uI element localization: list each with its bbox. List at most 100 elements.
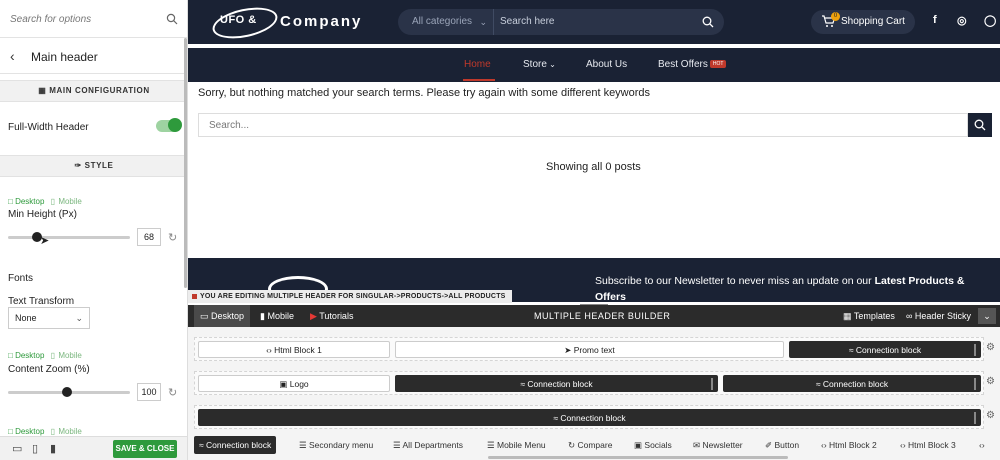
- category-value: All categories: [412, 16, 473, 27]
- back-to-parent[interactable]: ‹ Main header: [0, 38, 187, 74]
- facebook-icon[interactable]: f: [933, 14, 937, 26]
- nav-about[interactable]: About Us: [586, 59, 627, 70]
- drag-handle-icon[interactable]: [711, 378, 713, 390]
- element-html-block-3[interactable]: ‹› Html Block 3: [895, 436, 961, 454]
- content-zoom-slider[interactable]: [8, 387, 130, 397]
- slider-handle[interactable]: [61, 387, 72, 397]
- logo-company[interactable]: Company: [280, 13, 362, 30]
- block-label: Connection block: [855, 345, 922, 355]
- facebook-icon: ▣: [634, 440, 645, 450]
- builder-tab-mobile[interactable]: ▮ Mobile: [254, 305, 300, 327]
- nav-best-offers[interactable]: Best Offers HOT: [658, 59, 727, 70]
- nav-store[interactable]: Store ⌄: [523, 59, 556, 70]
- search-icon: [974, 119, 986, 131]
- block-connection-1[interactable]: ≈ Connection block: [789, 341, 981, 358]
- device-switcher: □ Desktop ▯ Mobile: [8, 197, 82, 206]
- element-compare[interactable]: ↻ Compare: [563, 436, 617, 454]
- templates-icon: ▦: [843, 311, 854, 321]
- elements-scrollbar[interactable]: [488, 456, 788, 459]
- chevron-down-icon: ⌄: [983, 311, 991, 321]
- element-label: Secondary menu: [308, 440, 374, 450]
- row-settings-gear-icon[interactable]: ⚙: [986, 342, 995, 353]
- device-desktop-tab[interactable]: Desktop: [15, 351, 44, 360]
- block-label: Promo text: [573, 345, 615, 355]
- code-icon: ‹›: [266, 345, 275, 355]
- search-placeholder: Search...: [209, 120, 250, 131]
- element-more-icon[interactable]: ‹›: [974, 436, 990, 454]
- device-switcher-2: □ Desktop ▯ Mobile: [8, 351, 82, 360]
- nav-home[interactable]: Home: [464, 59, 491, 70]
- element-socials[interactable]: ▣ Socials: [629, 436, 677, 454]
- row-settings-gear-icon[interactable]: ⚙: [986, 410, 995, 421]
- editing-notice: YOU ARE EDITING MULTIPLE HEADER FOR SING…: [188, 290, 512, 303]
- templates-button[interactable]: ▦ Templates: [843, 311, 895, 322]
- content-search-input[interactable]: Search...: [198, 113, 968, 137]
- element-button[interactable]: ✐ Button: [760, 436, 804, 454]
- chevron-left-icon[interactable]: ‹: [10, 48, 15, 64]
- reset-icon[interactable]: ↻: [168, 231, 177, 244]
- drag-handle-icon[interactable]: [974, 344, 976, 356]
- element-mobile-menu[interactable]: ☰ Mobile Menu: [482, 436, 551, 454]
- search-icon[interactable]: [702, 16, 714, 28]
- min-height-input[interactable]: 68: [137, 228, 161, 246]
- block-connection-2[interactable]: ≈ Connection block: [395, 375, 718, 392]
- full-width-toggle[interactable]: [156, 118, 182, 132]
- collapse-builder-button[interactable]: ⌄: [978, 308, 996, 324]
- options-search-input[interactable]: Search for options: [10, 14, 91, 25]
- site-search-input[interactable]: Search here: [500, 9, 554, 35]
- instagram-icon[interactable]: ◎: [957, 14, 967, 27]
- mobile-icon: ▯: [50, 427, 56, 436]
- options-search[interactable]: Search for options: [0, 0, 187, 38]
- element-newsletter[interactable]: ✉ Newsletter: [688, 436, 748, 454]
- shopping-cart-button[interactable]: 0 Shopping Cart: [811, 10, 915, 34]
- sidebar-scrollbar[interactable]: [184, 38, 187, 288]
- block-logo[interactable]: ▣ Logo: [198, 375, 390, 392]
- element-label: Socials: [644, 440, 672, 450]
- menu-icon: ☰: [299, 440, 309, 450]
- block-connection-4[interactable]: ≈ Connection block: [198, 409, 981, 426]
- sticky-label: Header Sticky: [914, 311, 971, 321]
- nav-store-label: Store: [523, 59, 547, 70]
- category-select[interactable]: All categories ⌄: [404, 9, 494, 35]
- builder-tab-tutorials[interactable]: ▶ Tutorials: [304, 305, 359, 327]
- element-all-departments[interactable]: ☰ All Departments: [388, 436, 468, 454]
- reset-icon[interactable]: ↻: [168, 386, 177, 399]
- whatsapp-icon[interactable]: ◯: [984, 14, 996, 27]
- content-zoom-input[interactable]: 100: [137, 383, 161, 401]
- row-settings-gear-icon[interactable]: ⚙: [986, 376, 995, 387]
- text-transform-select[interactable]: None ⌄: [8, 307, 90, 329]
- header-sticky-button[interactable]: ∞ Header Sticky: [906, 311, 971, 321]
- device-desktop-tab[interactable]: Desktop: [15, 197, 44, 206]
- element-label: Html Block 2: [829, 440, 877, 450]
- element-label: Mobile Menu: [496, 440, 546, 450]
- min-height-slider[interactable]: [8, 232, 130, 242]
- block-html-1[interactable]: ‹› Html Block 1: [198, 341, 390, 358]
- block-promo-text[interactable]: ➤ Promo text: [395, 341, 784, 358]
- block-connection-3[interactable]: ≈ Connection block: [723, 375, 981, 392]
- drag-handle-icon[interactable]: [974, 378, 976, 390]
- element-connection-block[interactable]: ≈ Connection block: [194, 436, 277, 454]
- device-mobile-tab[interactable]: Mobile: [58, 427, 82, 436]
- save-close-button[interactable]: SAVE & CLOSE: [113, 440, 177, 458]
- device-mobile-tab[interactable]: Mobile: [58, 351, 82, 360]
- text-transform-label: Text Transform: [8, 296, 75, 307]
- element-secondary-menu[interactable]: ☰ Secondary menu: [294, 436, 378, 454]
- device-desktop-tab[interactable]: Desktop: [15, 427, 44, 436]
- desktop-icon: □: [8, 197, 13, 206]
- newsletter-text: Subscribe to our Newsletter to never mis…: [595, 273, 965, 305]
- device-mobile-tab[interactable]: Mobile: [58, 197, 82, 206]
- element-html-block-2[interactable]: ‹› Html Block 2: [816, 436, 882, 454]
- drag-handle-icon[interactable]: [974, 412, 976, 424]
- cursor-icon: ➤: [40, 235, 50, 247]
- mobile-icon: ▯: [50, 351, 56, 360]
- builder-tab-desktop[interactable]: ▭ Desktop: [194, 305, 251, 327]
- logo-text[interactable]: UFO &: [220, 14, 257, 26]
- link-icon: ∞: [906, 311, 915, 321]
- desktop-icon: □: [8, 427, 13, 436]
- mobile-preview-icon[interactable]: ▮: [50, 442, 56, 455]
- section-main-configuration: ▦ MAIN CONFIGURATION: [0, 80, 187, 102]
- content-zoom-label: Content Zoom (%): [8, 364, 90, 375]
- content-search-button[interactable]: [968, 113, 992, 137]
- desktop-preview-icon[interactable]: ▭: [12, 442, 22, 455]
- tablet-preview-icon[interactable]: ▯: [32, 442, 38, 455]
